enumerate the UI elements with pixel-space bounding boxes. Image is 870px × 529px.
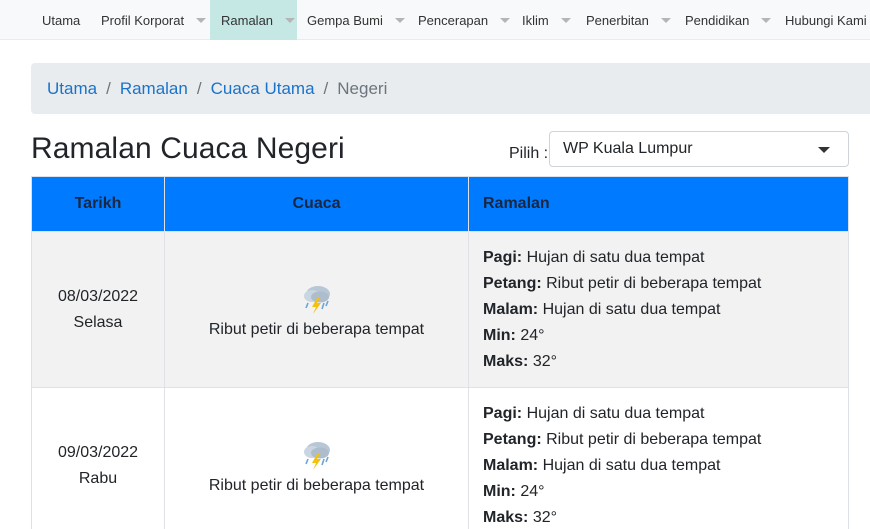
chevron-down-icon: [500, 18, 511, 23]
forecast-label: Malam:: [483, 300, 539, 318]
forecast-value: 32°: [532, 352, 558, 370]
forecast-min: Min: 24°: [483, 479, 848, 505]
nav-item-label: Penerbitan: [586, 12, 649, 28]
nav-item-penerbitan[interactable]: Penerbitan: [575, 0, 682, 40]
thunderstorm-icon: [303, 441, 330, 470]
forecast-pagi: Pagi: Hujan di satu dua tempat: [483, 401, 848, 427]
table-header-row: Tarikh Cuaca Ramalan: [31, 176, 849, 232]
nav-item-label: Profil Korporat: [101, 12, 185, 28]
forecast-min: Min: 24°: [483, 323, 848, 349]
nav-item-gempa-bumi[interactable]: Gempa Bumi: [297, 0, 415, 40]
forecast-cell: Pagi: Hujan di satu dua tempat Petang: R…: [468, 231, 849, 388]
forecast-maks: Maks: 32°: [483, 505, 848, 529]
nav-item-pendidikan[interactable]: Pendidikan: [674, 0, 782, 40]
forecast-label: Min:: [483, 326, 516, 344]
weather-cell: Ribut petir di beberapa tempat: [164, 231, 469, 388]
nav-item-label: Hubungi Kami: [785, 12, 867, 28]
breadcrumb-current: Negeri: [337, 78, 388, 98]
top-navbar: Utama Profil Korporat Ramalan Gempa Bumi…: [0, 0, 870, 40]
breadcrumb-link-cuaca-utama[interactable]: Cuaca Utama: [211, 79, 315, 99]
chevron-down-icon: [196, 18, 207, 23]
select-label: Pilih :: [509, 145, 549, 162]
nav-item-hubungi-kami[interactable]: Hubungi Kami: [774, 0, 870, 40]
chevron-down-icon: [394, 18, 405, 23]
forecast-value: Ribut petir di beberapa tempat: [546, 274, 762, 292]
forecast-petang: Petang: Ribut petir di beberapa tempat: [483, 427, 848, 453]
forecast-label: Pagi:: [483, 404, 523, 422]
nav-item-label: Gempa Bumi: [307, 12, 383, 28]
forecast-malam: Malam: Hujan di satu dua tempat: [483, 297, 848, 323]
chevron-down-icon: [660, 18, 671, 23]
date-cell: 09/03/2022 Rabu: [31, 387, 165, 529]
forecast-cell: Pagi: Hujan di satu dua tempat Petang: R…: [468, 387, 849, 529]
nav-item-label: Utama: [42, 12, 81, 28]
forecast-label: Maks:: [483, 508, 529, 526]
nav-item-label: Pencerapan: [418, 12, 489, 28]
forecast-pagi: Pagi: Hujan di satu dua tempat: [483, 245, 848, 271]
breadcrumb-separator: /: [106, 78, 111, 98]
breadcrumb-separator: /: [323, 78, 329, 98]
forecast-value: Ribut petir di beberapa tempat: [546, 430, 762, 448]
forecast-malam: Malam: Hujan di satu dua tempat: [483, 453, 848, 479]
forecast-value: 24°: [520, 326, 545, 344]
forecast-label: Min:: [483, 482, 516, 500]
nav-item-ramalan[interactable]: Ramalan: [210, 0, 297, 40]
nav-item-iklim[interactable]: Iklim: [511, 0, 582, 40]
forecast-value: 24°: [520, 482, 545, 500]
column-header-tarikh: Tarikh: [31, 176, 165, 232]
breadcrumb-link-utama[interactable]: Utama: [47, 79, 97, 99]
forecast-petang: Petang: Ribut petir di beberapa tempat: [483, 271, 848, 297]
state-select-value: WP Kuala Lumpur: [563, 140, 693, 157]
forecast-label: Pagi:: [483, 248, 523, 266]
date-cell: 08/03/2022 Selasa: [31, 231, 165, 388]
date-text: 08/03/2022: [57, 287, 139, 305]
forecast-maks: Maks: 32°: [483, 349, 848, 375]
breadcrumb-separator: /: [196, 78, 202, 98]
breadcrumb-link-ramalan[interactable]: Ramalan: [120, 79, 188, 99]
forecast-value: Hujan di satu dua tempat: [542, 300, 721, 318]
forecast-value: Hujan di satu dua tempat: [526, 404, 705, 422]
nav-item-utama[interactable]: Utama: [31, 0, 91, 40]
forecast-table: Tarikh Cuaca Ramalan 08/03/2022 Selasa R…: [31, 176, 849, 529]
column-header-ramalan: Ramalan: [468, 176, 849, 232]
day-text: Selasa: [73, 313, 123, 331]
state-select[interactable]: WP Kuala Lumpur: [549, 131, 849, 167]
chevron-down-icon: [761, 18, 772, 23]
weather-description: Ribut petir di beberapa tempat: [208, 320, 425, 338]
forecast-label: Malam:: [483, 456, 539, 474]
table-row: 09/03/2022 Rabu Ribut petir di beberapa …: [31, 387, 849, 529]
forecast-value: Hujan di satu dua tempat: [542, 456, 721, 474]
forecast-value: Hujan di satu dua tempat: [526, 248, 705, 266]
nav-item-pencerapan[interactable]: Pencerapan: [407, 0, 521, 40]
forecast-label: Petang:: [483, 430, 542, 448]
chevron-down-icon: [285, 18, 296, 23]
page-title: Ramalan Cuaca Negeri: [31, 132, 345, 165]
forecast-label: Petang:: [483, 274, 542, 292]
forecast-value: 32°: [532, 508, 558, 526]
chevron-down-icon: [560, 18, 571, 23]
day-text: Rabu: [78, 469, 118, 487]
forecast-label: Maks:: [483, 352, 529, 370]
nav-item-label: Ramalan: [221, 12, 274, 28]
date-text: 09/03/2022: [57, 443, 139, 461]
thunderstorm-icon: [303, 285, 330, 314]
weather-description: Ribut petir di beberapa tempat: [208, 476, 425, 494]
chevron-down-icon: [818, 147, 830, 153]
nav-item-label: Pendidikan: [685, 12, 750, 28]
column-header-cuaca: Cuaca: [164, 176, 469, 232]
weather-cell: Ribut petir di beberapa tempat: [164, 387, 469, 529]
nav-item-label: Iklim: [522, 12, 549, 28]
breadcrumb: Utama / Ramalan / Cuaca Utama / Negeri: [31, 63, 870, 114]
table-row: 08/03/2022 Selasa Ribut petir di beberap…: [31, 231, 849, 388]
nav-item-profil-korporat[interactable]: Profil Korporat: [90, 0, 217, 40]
